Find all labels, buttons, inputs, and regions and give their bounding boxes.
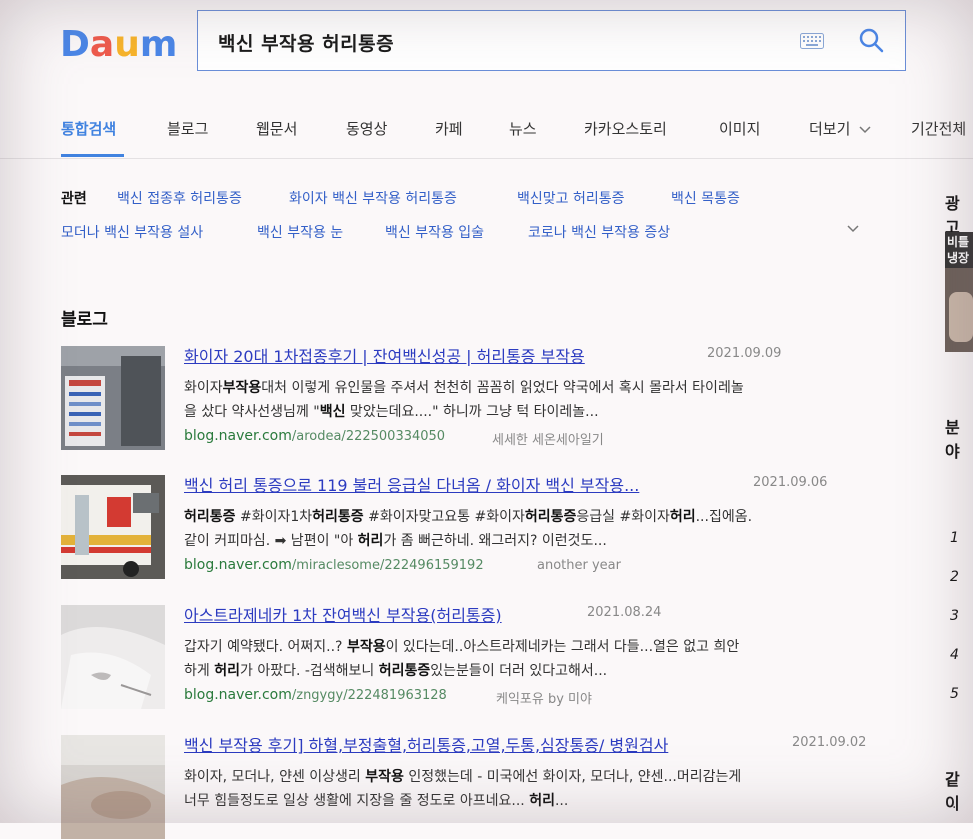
result-thumbnail[interactable] bbox=[61, 475, 165, 579]
search-input[interactable]: 백신 부작용 허리통증 bbox=[218, 29, 394, 56]
blog-section-heading: 블로그 bbox=[61, 310, 108, 330]
snippet-line: 갑자기 예약됐다. 어쩌지..? 부작용이 있다는데..아스트라제네카는 그래서… bbox=[184, 639, 740, 655]
result-title-link[interactable]: 백신 부작용 후기] 하혈,부정출혈,허리통증,고열,두통,심장통증/ 병원검사 bbox=[184, 732, 668, 756]
tab-news[interactable]: 뉴스 bbox=[509, 118, 537, 139]
result-snippet: 허리통증 #화이자1차허리통증 #화이자맞고요통 #화이자허리통증응급실 #화이… bbox=[184, 505, 864, 553]
rank-number: 1 bbox=[950, 530, 959, 546]
ad-text: 비틀 bbox=[947, 235, 970, 249]
blog-result: 백신 허리 통증으로 119 불러 응급실 다녀옴 / 화이자 백신 부작용..… bbox=[61, 475, 891, 579]
result-author-link[interactable]: another year bbox=[537, 558, 621, 573]
ad-banner[interactable]: 비틀 냉장 bbox=[945, 232, 973, 352]
blog-result: 아스트라제네카 1차 잔여백신 부작용(허리통증) 2021.08.24 갑자기… bbox=[61, 605, 891, 709]
related-link[interactable]: 백신 부작용 입술 bbox=[385, 222, 484, 242]
tab-period[interactable]: 기간전체 bbox=[911, 118, 966, 139]
url-domain: blog.naver.com bbox=[184, 687, 292, 703]
chevron-down-icon bbox=[859, 125, 871, 133]
rank-number: 3 bbox=[950, 608, 959, 624]
snippet-line: 화이자부작용대처 이렇게 유인물을 주셔서 천천히 꼼꼼히 읽었다 약국에서 혹… bbox=[184, 380, 744, 396]
rank-number: 2 bbox=[950, 569, 959, 585]
result-title-link[interactable]: 아스트라제네카 1차 잔여백신 부작용(허리통증) bbox=[184, 602, 502, 626]
related-link[interactable]: 모더나 백신 부작용 설사 bbox=[61, 222, 203, 242]
keyboard-icon[interactable] bbox=[800, 33, 824, 49]
ad-section-label: 광고 bbox=[945, 194, 960, 237]
url-domain: blog.naver.com bbox=[184, 557, 292, 573]
result-date: 2021.09.02 bbox=[792, 735, 867, 750]
snippet-line: 하게 허리가 아팠다. -검색해보니 허리통증있는분들이 더러 있다고해서... bbox=[184, 663, 608, 679]
tab-video[interactable]: 동영상 bbox=[346, 118, 387, 139]
tab-more-label: 더보기 bbox=[809, 120, 851, 138]
blog-result: 화이자 20대 1차접종후기 | 잔여백신성공 | 허리통증 부작용 2021.… bbox=[61, 346, 891, 450]
result-author-link[interactable]: 케익포유 by 미야 bbox=[496, 688, 592, 707]
url-path: /zngygy/222481963128 bbox=[291, 688, 447, 703]
related-link[interactable]: 백신맞고 허리통증 bbox=[517, 188, 625, 208]
search-tabs: 통합검색 블로그 웹문서 동영상 카페 뉴스 카카오스토리 이미지 더보기 기간… bbox=[0, 100, 973, 159]
blog-result: 백신 부작용 후기] 하혈,부정출혈,허리통증,고열,두통,심장통증/ 병원검사… bbox=[61, 735, 891, 839]
result-thumbnail[interactable] bbox=[61, 346, 165, 450]
result-date: 2021.08.24 bbox=[587, 605, 662, 620]
related-link[interactable]: 백신 접종후 허리통증 bbox=[117, 188, 242, 208]
url-path: /arodea/222500334050 bbox=[291, 429, 446, 444]
snippet-line: 허리통증 #화이자1차허리통증 #화이자맞고요통 #화이자허리통증응급실 #화이… bbox=[184, 509, 753, 525]
tab-integrated[interactable]: 통합검색 bbox=[61, 118, 116, 139]
snippet-line: 같이 커피마심. ➡ 남편이 "아 허리가 좀 뻐근하네. 왜그러지? 이런것도… bbox=[184, 533, 607, 549]
snippet-line: 너무 힘들정도로 일상 생활에 지장을 줄 정도로 아프네요... 허리... bbox=[184, 793, 569, 809]
bullet: · bbox=[952, 800, 957, 816]
url-path: /miraclesome/222496159192 bbox=[291, 558, 484, 573]
tab-cafe[interactable]: 카페 bbox=[435, 118, 463, 139]
side-section-label: 같이 bbox=[945, 770, 960, 813]
daum-logo[interactable]: Daum bbox=[60, 22, 175, 66]
ad-text: 냉장 bbox=[947, 251, 970, 265]
result-snippet: 갑자기 예약됐다. 어쩌지..? 부작용이 있다는데..아스트라제네카는 그래서… bbox=[184, 635, 864, 683]
result-author-link[interactable]: 세세한 세온세아일기 bbox=[492, 429, 604, 448]
result-url-link[interactable]: blog.naver.com/arodea/222500334050 bbox=[184, 428, 445, 444]
rank-number: 4 bbox=[950, 647, 959, 663]
svg-text:Daum: Daum bbox=[60, 24, 175, 65]
tab-kakaostory[interactable]: 카카오스토리 bbox=[584, 118, 667, 139]
result-thumbnail[interactable] bbox=[61, 735, 165, 839]
result-title-link[interactable]: 백신 허리 통증으로 119 불러 응급실 다녀옴 / 화이자 백신 부작용..… bbox=[184, 472, 639, 496]
side-section-label: 분야 bbox=[945, 418, 960, 461]
related-link[interactable]: 화이자 백신 부작용 허리통증 bbox=[289, 188, 457, 208]
url-domain: blog.naver.com bbox=[184, 428, 292, 444]
related-link[interactable]: 백신 부작용 눈 bbox=[257, 222, 343, 242]
active-tab-indicator bbox=[61, 154, 124, 157]
result-url-link[interactable]: blog.naver.com/miraclesome/222496159192 bbox=[184, 557, 484, 573]
rank-number: 5 bbox=[950, 686, 959, 702]
result-snippet: 화이자, 모더나, 얀센 이상생리 부작용 인정했는데 - 미국에선 화이자, … bbox=[184, 765, 864, 813]
chevron-down-icon[interactable] bbox=[846, 222, 860, 236]
related-label: 관련 bbox=[61, 191, 87, 207]
snippet-line: 을 샀다 약사선생님께 "백신 맞았는데요...." 하니까 그냥 턱 타이레놀… bbox=[184, 404, 599, 420]
snippet-line: 화이자, 모더나, 얀센 이상생리 부작용 인정했는데 - 미국에선 화이자, … bbox=[184, 769, 742, 785]
tab-images[interactable]: 이미지 bbox=[719, 118, 760, 139]
result-snippet: 화이자부작용대처 이렇게 유인물을 주셔서 천천히 꼼꼼히 읽었다 약국에서 혹… bbox=[184, 376, 864, 424]
result-date: 2021.09.06 bbox=[753, 475, 828, 490]
search-box[interactable]: 백신 부작용 허리통증 bbox=[197, 10, 906, 71]
related-link[interactable]: 코로나 백신 부작용 증상 bbox=[528, 222, 670, 242]
result-date: 2021.09.09 bbox=[707, 346, 782, 361]
result-title-link[interactable]: 화이자 20대 1차접종후기 | 잔여백신성공 | 허리통증 부작용 bbox=[184, 343, 585, 367]
result-thumbnail[interactable] bbox=[61, 605, 165, 709]
tab-webdocs[interactable]: 웹문서 bbox=[256, 118, 297, 139]
related-link[interactable]: 백신 목통증 bbox=[671, 188, 740, 208]
tab-blog[interactable]: 블로그 bbox=[167, 118, 208, 139]
search-icon[interactable] bbox=[858, 27, 884, 53]
result-url-link[interactable]: blog.naver.com/zngygy/222481963128 bbox=[184, 687, 447, 703]
tab-more[interactable]: 더보기 bbox=[809, 118, 871, 139]
